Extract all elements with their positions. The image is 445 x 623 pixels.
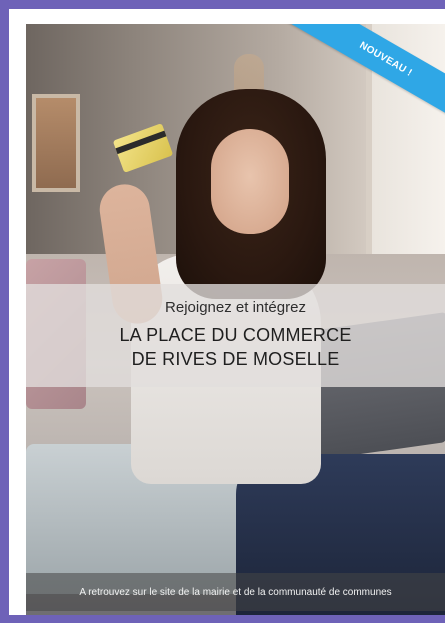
wall-frame xyxy=(32,94,80,192)
banner-title-line2: DE RIVES DE MOSELLE xyxy=(131,349,340,369)
footer-text: A retrouvez sur le site de la mairie et … xyxy=(79,586,392,598)
title-banner: Rejoignez et intégrez LA PLACE DU COMMER… xyxy=(26,284,445,387)
banner-subtitle: Rejoignez et intégrez xyxy=(165,299,306,316)
flyer-card: NOUVEAU ! Rejoignez et intégrez LA PLACE… xyxy=(9,9,445,615)
footer-bar: A retrouvez sur le site de la mairie et … xyxy=(26,573,445,611)
woman-face xyxy=(211,129,289,234)
banner-title-line1: LA PLACE DU COMMERCE xyxy=(119,325,352,345)
